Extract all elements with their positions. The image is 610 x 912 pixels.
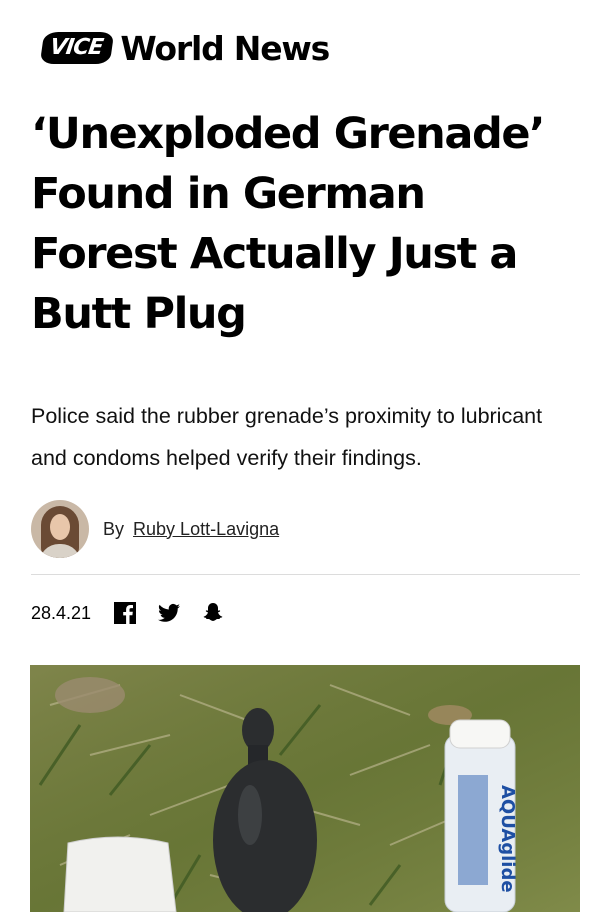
publish-date: 28.4.21 xyxy=(31,602,92,623)
snapchat-icon[interactable] xyxy=(201,601,225,625)
article-dek: Police said the rubber grenade’s proximi… xyxy=(31,404,543,470)
article-meta: 28.4.21 xyxy=(31,601,225,625)
divider xyxy=(31,574,580,575)
facebook-icon[interactable] xyxy=(113,601,137,625)
vice-logo[interactable]: VICE xyxy=(39,32,115,64)
author-avatar[interactable] xyxy=(31,500,89,558)
byline-text: By Ruby Lott-Lavigna xyxy=(103,519,279,540)
author-link[interactable]: Ruby Lott-Lavigna xyxy=(133,519,279,539)
byline-prefix: By xyxy=(103,518,125,539)
bottle-label: AQUAglide xyxy=(497,785,518,893)
byline: By Ruby Lott-Lavigna xyxy=(31,500,279,558)
section-title[interactable]: World News xyxy=(120,29,330,68)
twitter-icon[interactable] xyxy=(157,601,181,625)
article-photo[interactable]: AQUAglide xyxy=(30,665,580,912)
site-header: VICE World News xyxy=(39,26,330,70)
article-headline: ‘Unexploded Grenade’ Found in German For… xyxy=(31,109,545,339)
